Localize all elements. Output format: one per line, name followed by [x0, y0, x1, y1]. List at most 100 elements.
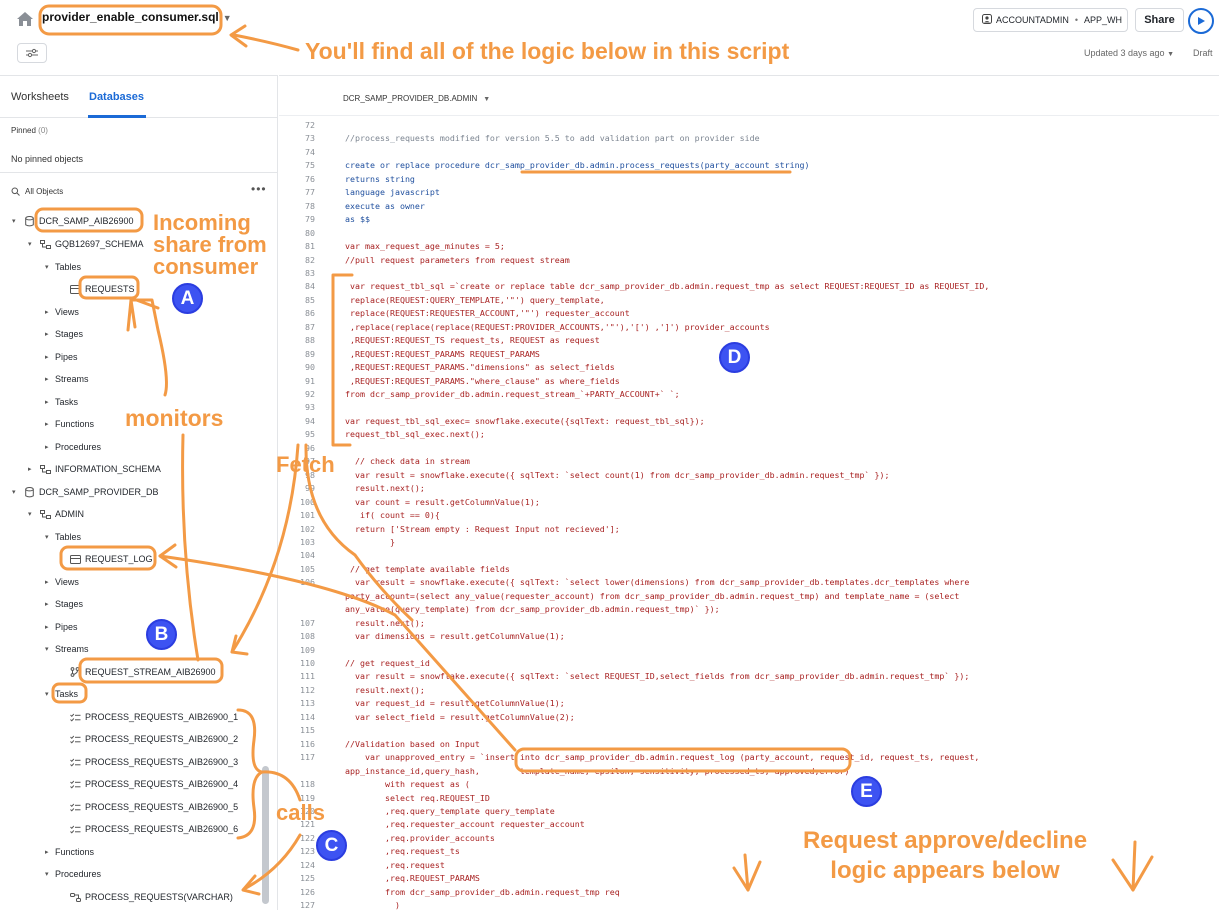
sql-editor[interactable]: DCR_SAMP_PROVIDER_DB.ADMIN ▼ 72 73 //proces… — [279, 75, 1219, 910]
caret-right-icon[interactable]: ▸ — [45, 308, 55, 316]
caret-down-icon[interactable]: ▾ — [45, 870, 55, 878]
caret-right-icon[interactable]: ▸ — [45, 398, 55, 406]
tree-item-process-requests-aib26900-6[interactable]: PROCESS_REQUESTS_AIB26900_6 — [68, 820, 238, 838]
code-line[interactable]: 77 language javascript — [279, 186, 440, 199]
tree-item-tables[interactable]: ▾ Tables — [45, 258, 81, 276]
code-line[interactable]: 94 var request_tbl_sql_exec= snowflake.ex… — [279, 415, 705, 428]
code-line[interactable]: 108 var dimensions = result.getColumnVal… — [279, 630, 565, 643]
code-line[interactable]: 113 var request_id = result.getColumnVal… — [279, 697, 565, 710]
code-line[interactable]: 92 from dcr_samp_provider_db.admin.reques… — [279, 388, 680, 401]
code-line[interactable]: 122 ,req.provider_accounts — [279, 832, 495, 845]
code-line[interactable]: any_value(query_template) from dcr_samp_… — [279, 603, 720, 616]
code-line[interactable]: 79 as $$ — [279, 213, 370, 226]
code-line[interactable]: 84 var request_tbl_sql =`create or repla… — [279, 280, 989, 293]
tree-item-gqb12697-schema[interactable]: ▾ GQB12697_SCHEMA — [28, 235, 144, 253]
tree-item-process-requests-aib26900-4[interactable]: PROCESS_REQUESTS_AIB26900_4 — [68, 775, 238, 793]
code-line[interactable]: 117 var unapproved_entry = `insert into … — [279, 751, 979, 764]
caret-down-icon[interactable]: ▾ — [45, 690, 55, 698]
tree-item-dcr-samp-aib26900[interactable]: ▾ DCR_SAMP_AIB26900 — [12, 212, 134, 230]
code-line[interactable]: 97 // check data in stream — [279, 455, 470, 468]
code-line[interactable]: 93 — [279, 401, 345, 414]
code-line[interactable]: party_account=(select any_value(requeste… — [279, 590, 959, 603]
code-line[interactable]: 109 — [279, 644, 345, 657]
sidebar-scrollbar[interactable] — [262, 766, 269, 904]
tree-item-streams[interactable]: ▾ Streams — [45, 640, 89, 658]
code-line[interactable]: 104 — [279, 549, 345, 562]
tree-item-pipes[interactable]: ▸ Pipes — [45, 618, 78, 636]
tree-item-dcr-samp-provider-db[interactable]: ▾ DCR_SAMP_PROVIDER_DB — [12, 483, 159, 501]
caret-right-icon[interactable]: ▸ — [45, 623, 55, 631]
code-line[interactable]: 101 if( count == 0){ — [279, 509, 440, 522]
code-line[interactable]: 88 ,REQUEST:REQUEST_TS request_ts, REQUE… — [279, 334, 600, 347]
tree-item-process-requests-aib26900-5[interactable]: PROCESS_REQUESTS_AIB26900_5 — [68, 798, 238, 816]
tree-item-tasks[interactable]: ▾ Tasks — [45, 685, 78, 703]
code-line[interactable]: 115 — [279, 724, 345, 737]
code-line[interactable]: 95 request_tbl_sql_exec.next(); — [279, 428, 485, 441]
code-line[interactable]: 121 ,req.requester_account requester_acc… — [279, 818, 585, 831]
caret-down-icon[interactable]: ▾ — [45, 645, 55, 653]
tree-item-procedures[interactable]: ▾ Procedures — [45, 865, 101, 883]
code-line[interactable]: 78 execute as owner — [279, 200, 425, 213]
caret-down-icon[interactable]: ▾ — [45, 533, 55, 541]
code-line[interactable]: 107 result.next(); — [279, 617, 425, 630]
code-line[interactable]: 114 var select_field = result.getColumnV… — [279, 711, 575, 724]
code-line[interactable]: 90 ,REQUEST:REQUEST_PARAMS."dimensions" … — [279, 361, 615, 374]
code-line[interactable]: 125 ,req.REQUEST_PARAMS — [279, 872, 480, 885]
code-line[interactable]: 85 replace(REQUEST:QUERY_TEMPLATE,'"') q… — [279, 294, 605, 307]
caret-right-icon[interactable]: ▸ — [45, 578, 55, 586]
tree-item-admin[interactable]: ▾ ADMIN — [28, 505, 84, 523]
code-line[interactable]: 87 ,replace(replace(replace(REQUEST:PROV… — [279, 321, 770, 334]
code-line[interactable]: 110 // get request_id — [279, 657, 430, 670]
caret-down-icon[interactable]: ▾ — [12, 488, 22, 496]
tree-item-process-requests-varchar[interactable]: PROCESS_REQUESTS(VARCHAR) — [68, 888, 233, 906]
tree-item-request-stream-aib26900[interactable]: REQUEST_STREAM_AIB26900 — [68, 663, 216, 681]
code-line[interactable]: 111 var result = snowflake.execute({ sql… — [279, 670, 969, 683]
code-line[interactable]: 123 ,req.request_ts — [279, 845, 460, 858]
caret-right-icon[interactable]: ▸ — [45, 330, 55, 338]
role-warehouse-selector[interactable]: ACCOUNTADMIN • APP_WH — [973, 8, 1128, 32]
code-line[interactable]: 98 var result = snowflake.execute({ sqlT… — [279, 469, 889, 482]
tab-databases[interactable]: Databases — [89, 91, 144, 103]
share-button[interactable]: Share — [1135, 8, 1184, 32]
code-line[interactable]: 105 // get template available fields — [279, 563, 510, 576]
code-line[interactable]: 99 result.next(); — [279, 482, 425, 495]
tree-item-process-requests-aib26900-3[interactable]: PROCESS_REQUESTS_AIB26900_3 — [68, 753, 238, 771]
caret-right-icon[interactable]: ▸ — [45, 375, 55, 383]
code-line[interactable]: 72 — [279, 119, 345, 132]
tree-item-views[interactable]: ▸ Views — [45, 573, 79, 591]
code-line[interactable]: 120 ,req.query_template query_template — [279, 805, 555, 818]
tree-item-tasks[interactable]: ▸ Tasks — [45, 393, 78, 411]
code-line[interactable]: 112 result.next(); — [279, 684, 425, 697]
tree-item-tables[interactable]: ▾ Tables — [45, 528, 81, 546]
tree-item-functions[interactable]: ▸ Functions — [45, 843, 94, 861]
code-line[interactable]: 82 //pull request parameters from request… — [279, 254, 570, 267]
code-line[interactable]: 83 — [279, 267, 345, 280]
tree-item-pipes[interactable]: ▸ Pipes — [45, 348, 78, 366]
tree-item-views[interactable]: ▸ Views — [45, 303, 79, 321]
context-selector[interactable]: DCR_SAMP_PROVIDER_DB.ADMIN ▼ — [343, 94, 490, 103]
tree-item-stages[interactable]: ▸ Stages — [45, 595, 83, 613]
tree-item-functions[interactable]: ▸ Functions — [45, 415, 94, 433]
code-line[interactable]: 76 returns string — [279, 173, 415, 186]
worksheet-title[interactable]: provider_enable_consumer.sql ▼ — [42, 10, 232, 24]
code-line[interactable]: 91 ,REQUEST:REQUEST_PARAMS."where_clause… — [279, 375, 620, 388]
tree-item-information-schema[interactable]: ▸ INFORMATION_SCHEMA — [28, 460, 161, 478]
code-line[interactable]: 80 — [279, 227, 345, 240]
code-line[interactable]: 81 var max_request_age_minutes = 5; — [279, 240, 505, 253]
code-line[interactable]: 116 //Validation based on Input — [279, 738, 480, 751]
tree-item-requests[interactable]: REQUESTS — [68, 280, 135, 298]
caret-down-icon[interactable]: ▾ — [12, 217, 22, 225]
tree-item-stages[interactable]: ▸ Stages — [45, 325, 83, 343]
caret-right-icon[interactable]: ▸ — [45, 443, 55, 451]
code-line[interactable]: 102 return ['Stream empty : Request Inpu… — [279, 523, 620, 536]
all-objects-search[interactable]: All Objects — [11, 187, 63, 196]
caret-down-icon[interactable]: ▾ — [28, 240, 38, 248]
code-line[interactable]: app_instance_id,query_hash, template_nam… — [279, 765, 850, 778]
code-line[interactable]: 73 //process_requests modified for versio… — [279, 132, 760, 145]
more-options-icon[interactable]: ••• — [251, 182, 267, 196]
caret-down-icon[interactable]: ▾ — [28, 510, 38, 518]
run-button[interactable] — [1188, 8, 1214, 34]
code-line[interactable]: 75 create or replace procedure dcr_samp_p… — [279, 159, 810, 172]
code-line[interactable]: 74 — [279, 146, 345, 159]
code-line[interactable]: 96 — [279, 442, 345, 455]
